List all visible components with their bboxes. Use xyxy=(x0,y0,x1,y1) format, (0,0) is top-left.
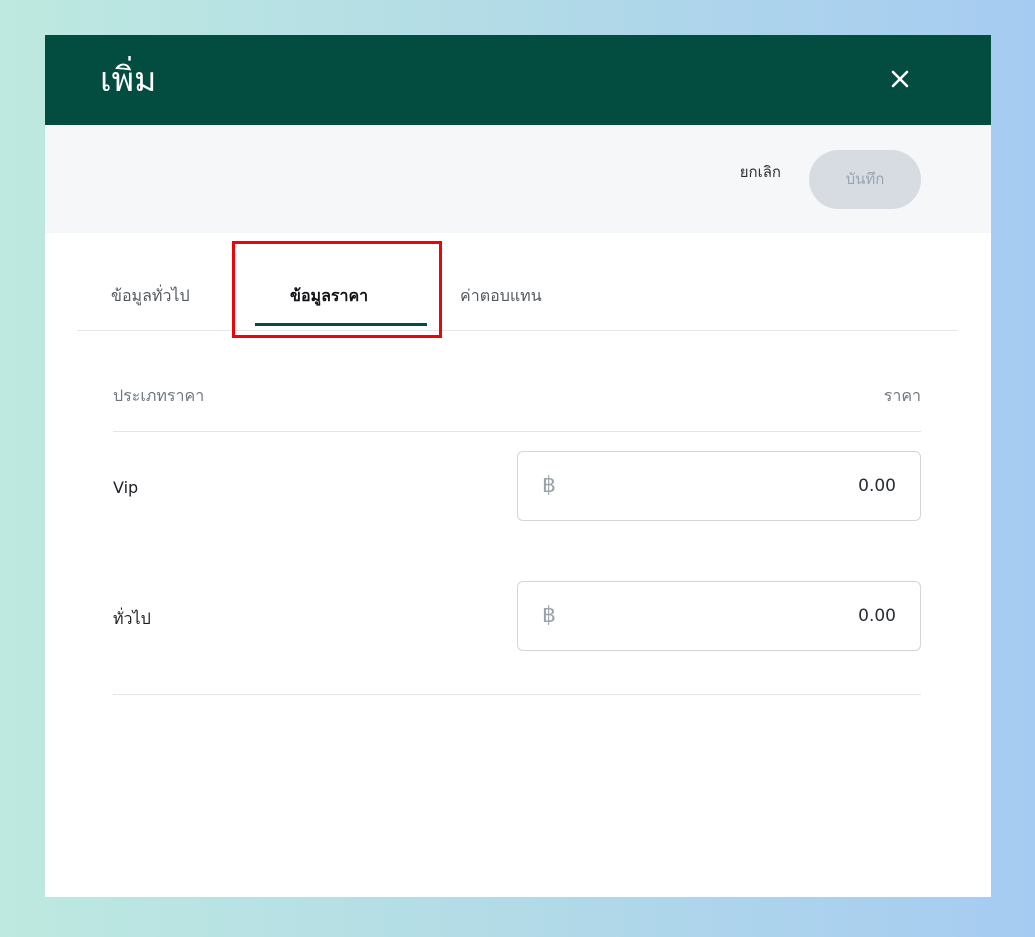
tab-general-info[interactable]: ข้อมูลทั่วไป xyxy=(111,284,190,308)
baht-icon: ฿ xyxy=(542,603,556,628)
cancel-button[interactable]: ยกเลิก xyxy=(740,162,781,182)
table-bottom-divider xyxy=(113,694,921,695)
price-column-header: ราคา xyxy=(883,386,921,405)
header-divider xyxy=(113,431,921,432)
highlight-annotation xyxy=(232,241,442,338)
close-button[interactable] xyxy=(887,66,913,92)
vip-price-input[interactable]: ฿ 0.00 xyxy=(517,451,921,521)
price-row-label-general: ทั่วไป xyxy=(113,609,151,628)
vip-price-value: 0.00 xyxy=(858,476,896,496)
close-icon xyxy=(891,70,909,88)
dialog-header: เพิ่ม xyxy=(45,35,991,125)
save-button[interactable]: บันทึก xyxy=(809,150,921,209)
general-price-value: 0.00 xyxy=(858,606,896,626)
general-price-input[interactable]: ฿ 0.00 xyxy=(517,581,921,651)
add-dialog: เพิ่ม ยกเลิก บันทึก ข้อมูลทั่วไป ข้อมูลร… xyxy=(45,35,991,897)
tab-compensation[interactable]: ค่าตอบแทน xyxy=(460,284,542,308)
price-table-header: ประเภทราคา ราคา xyxy=(113,384,921,408)
tab-bar: ข้อมูลทั่วไป ข้อมูลราคา ค่าตอบแทน xyxy=(77,233,957,331)
price-row-label-vip: Vip xyxy=(113,478,139,497)
dialog-title: เพิ่ม xyxy=(100,60,157,100)
price-type-column-header: ประเภทราคา xyxy=(113,386,205,405)
action-toolbar: ยกเลิก บันทึก xyxy=(45,125,991,233)
baht-icon: ฿ xyxy=(542,473,556,498)
